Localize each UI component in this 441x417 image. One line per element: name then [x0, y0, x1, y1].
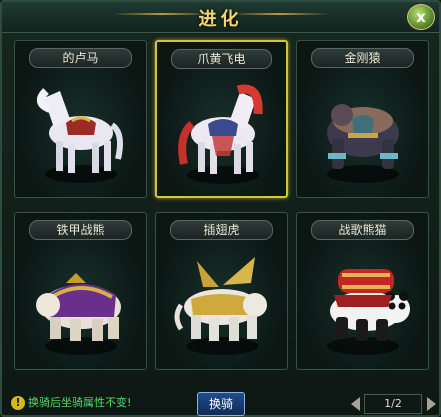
mount-card-1[interactable]: 的卢马	[14, 40, 147, 198]
mount-name: 铁甲战熊	[29, 220, 132, 240]
evolution-window: 进化 x 的卢马 爪黄飞电 金刚猿 铁甲战熊 插翅虎 战歌熊猫 ! 换骑后坐骑属…	[0, 0, 441, 417]
mount-name: 金刚猿	[311, 48, 414, 68]
close-button[interactable]: x	[407, 4, 435, 30]
winged-tiger-icon	[174, 257, 267, 341]
mount-name: 爪黄飞电	[171, 49, 272, 69]
armored-ape-icon	[327, 104, 399, 169]
mount-swap-tip: 换骑后坐骑属性不变!	[28, 396, 132, 409]
prev-page-icon[interactable]	[351, 397, 360, 411]
next-page-icon[interactable]	[427, 397, 436, 411]
mount-card-4[interactable]: 铁甲战熊	[14, 212, 147, 370]
window-title: 进化	[198, 9, 243, 30]
mount-card-6[interactable]: 战歌熊猫	[296, 212, 429, 370]
swap-mount-button[interactable]: 换骑	[197, 392, 245, 416]
mount-card-3[interactable]: 金刚猿	[296, 40, 429, 198]
mount-grid: 的卢马 爪黄飞电 金刚猿 铁甲战熊 插翅虎 战歌熊猫	[14, 40, 429, 380]
mount-card-2[interactable]: 爪黄飞电	[155, 40, 288, 198]
red-mane-horse-icon	[178, 84, 263, 174]
armored-bear-icon	[36, 273, 121, 341]
warning-icon: !	[11, 396, 25, 410]
mount-name: 战歌熊猫	[311, 220, 414, 240]
war-panda-icon	[330, 269, 410, 341]
mount-name: 插翅虎	[170, 220, 273, 240]
page-indicator: 1/2	[364, 394, 422, 414]
mount-card-5[interactable]: 插翅虎	[155, 212, 288, 370]
mount-name: 的卢马	[29, 48, 132, 68]
title-bar: 进化 x	[2, 2, 439, 33]
white-horse-icon	[36, 88, 123, 173]
